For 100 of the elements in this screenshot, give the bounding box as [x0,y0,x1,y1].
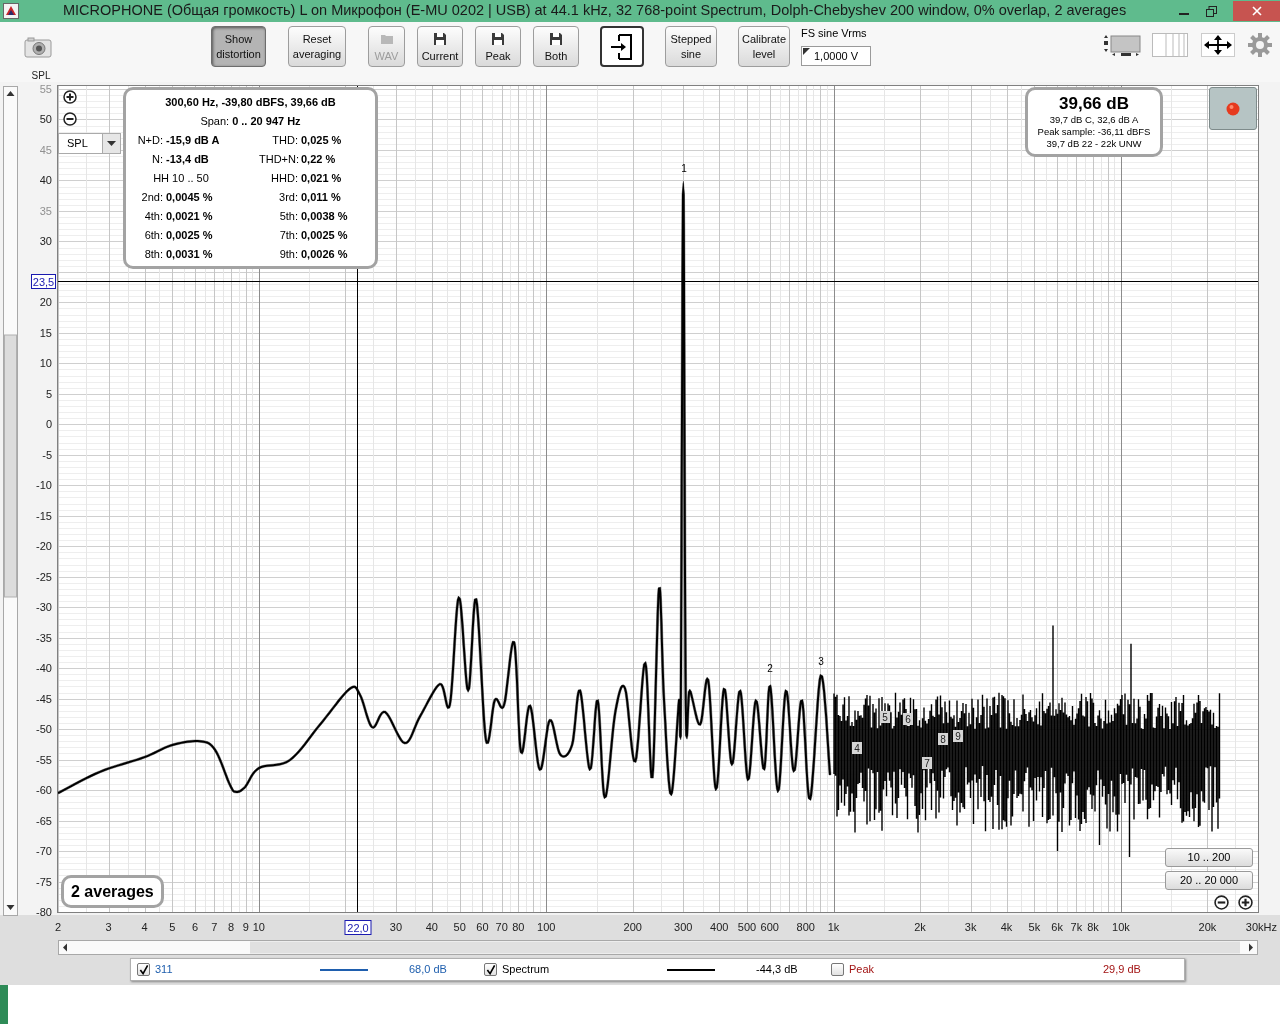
measurement-value: -15,9 dB A [166,133,221,147]
range-button[interactable]: 20 .. 20 000 [1165,871,1253,890]
dropdown-caret-icon [107,141,116,146]
zoom-in-icon[interactable] [63,90,77,104]
axis-tick-label: 60 [476,921,489,933]
camera-icon[interactable] [24,36,52,58]
cursor-readout[interactable]: 22,0 [344,920,372,935]
harmonic-label: 2 [767,663,773,674]
axis-tick-label: 8 [227,921,235,933]
folder-icon [379,32,394,46]
measurement-label: 8th: [143,247,163,261]
axis-tick-label: 50 [453,921,466,933]
measurement-value: 0,021 % [301,171,343,185]
measurement-label: N: [151,152,163,166]
toolbar-button[interactable]: Calibrate level [738,26,790,67]
axis-tick-label: 4 [141,921,148,933]
axis-tick-label: 8k [1087,921,1099,933]
layout-icon[interactable] [1103,33,1141,57]
unit-dropdown[interactable]: SPL [58,133,121,154]
measurement-value: 0,0038 % [301,209,349,223]
axis-tick-label: 30 [39,235,52,248]
axis-tick-label: 40 [39,174,52,187]
measurement-value: 0,22 % [301,152,337,166]
save-button[interactable]: Current [417,26,463,67]
cursor-readout[interactable]: 23,5 [31,274,56,289]
axis-tick-label: 7k [1070,921,1083,933]
zoom-in-icon[interactable] [1238,895,1253,910]
axis-tick-label: -60 [36,784,52,797]
axis-tick-label: -5 [42,448,52,461]
measurement-value: 0,0026 % [301,247,349,261]
axis-tick-label: 70 [495,921,508,933]
harmonic-label: 8 [938,733,948,745]
axis-tick-label: -15 [36,509,52,522]
toolbar-button[interactable]: Stepped sine [665,26,717,67]
zoom-out-icon[interactable] [63,112,77,126]
close-icon [1251,6,1262,16]
save-button[interactable]: Both [533,26,579,67]
harmonic-label: 6 [903,713,913,725]
axis-tick-label: 50 [39,113,52,126]
close-button[interactable] [1233,1,1280,21]
axis-tick-label: 35 [39,204,52,217]
zoom-out-icon[interactable] [1214,895,1229,910]
measurement-label: HH 10 .. 50 [152,171,210,185]
legend-checkbox[interactable] [484,963,497,976]
legend-checkbox[interactable] [137,963,150,976]
axis-tick-label: 40 [425,921,438,933]
axis-tick-label: 30kHz [1245,921,1277,933]
axis-tick-label: -45 [36,692,52,705]
legend-label: Peak [849,962,876,978]
legend-checkbox[interactable] [831,963,844,976]
axis-tick-label: 5k [1028,921,1041,933]
axis-tick-label: -80 [36,906,52,918]
axis-tick-label: 3 [105,921,112,933]
vertical-scrollbar[interactable] [3,86,18,916]
horizontal-scrollbar[interactable] [58,940,1258,955]
move-arrows-icon[interactable] [1201,33,1235,57]
checkmark-icon [485,964,496,975]
axis-tick-label: 15 [39,326,52,339]
toolbar-button[interactable]: Reset averaging [288,26,346,67]
measurement-label: THD+N: [259,152,298,166]
axis-tick-label: 4k [1000,921,1013,933]
axis-tick-label: 7 [211,921,218,933]
app-icon [3,3,19,19]
checkmark-icon [138,964,149,975]
axis-tick-label: 20 [39,296,52,309]
axis-tick-label: 300 [674,921,693,933]
axis-tick-label: 5 [45,387,52,400]
save-button[interactable]: Peak [475,26,521,67]
level-detail: 39,7 dB C, 32,6 dB A [1049,114,1139,126]
toolbar-button[interactable]: Show distortion [211,26,266,67]
axis-tick-label: -40 [36,662,52,675]
measurement-value: 0,0025 % [166,228,214,242]
settings-icon[interactable] [1248,33,1272,57]
measurement-label: 6th: [143,228,163,242]
measurement-label: 3rd: [278,190,298,204]
axis-tick-label: 600 [760,921,779,933]
axis-tick-label: 45 [39,143,52,156]
restore-icon[interactable] [1206,5,1217,17]
axis-tick-label: -65 [36,814,52,827]
axis-tick-label: 9 [242,921,249,933]
export-button[interactable] [600,26,644,67]
measurement-label: 2nd: [140,190,163,204]
axis-tick-label: 400 [710,921,729,933]
axis-tick-label: 80 [512,921,525,933]
range-button[interactable]: 10 .. 200 [1165,848,1253,867]
measurement-heading: 300,60 Hz, -39,80 dBFS, 39,66 dB [164,95,337,109]
axis-tick-label: -25 [36,570,52,583]
level-reading: 39,66 dB [1059,94,1129,114]
measurement-value: 0,0025 % [301,228,349,242]
axis-tick-label: 0 [45,418,52,431]
measurement-value: -13,4 dB [166,152,210,166]
voltage-field[interactable]: 1,0000 V [801,46,871,66]
level-detail: Peak sample: -36,11 dBFS [1037,126,1151,138]
harmonic-label: 1 [681,163,687,174]
taskbar-edge [0,985,8,1024]
axis-tick-label: 2 [54,921,62,933]
axis-tick-label: 1k [827,921,840,933]
corner-icon [803,48,810,55]
legend-value: 29,9 dB [1103,962,1141,978]
measurement-label: N+D: [136,133,163,147]
